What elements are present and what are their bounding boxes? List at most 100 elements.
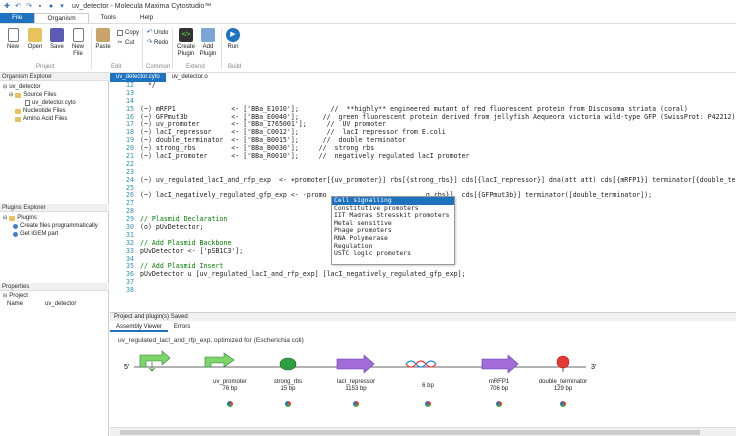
editor-tabs: uv_detector.cyto uv_detector.o <box>110 73 214 82</box>
paste-label: Paste <box>95 44 111 50</box>
part-size: 706 bp <box>489 386 509 392</box>
properties-grid: ⊟ Project Name uv_detector <box>3 292 76 308</box>
settings-quick-icon[interactable]: ● <box>47 3 55 11</box>
horizontal-scrollbar[interactable] <box>110 427 736 436</box>
open-label: Open <box>27 44 43 50</box>
tree-label: uv_detector <box>9 84 41 90</box>
save-quick-icon[interactable]: ▪ <box>36 3 44 11</box>
menu-tools[interactable]: Tools <box>89 13 128 23</box>
ribbon-separator <box>221 28 222 70</box>
tab-errors[interactable]: Errors <box>168 323 196 332</box>
promoter-glyph-start[interactable] <box>139 350 171 372</box>
file-icon <box>25 100 30 106</box>
copy-icon <box>117 30 123 36</box>
part-glyph-uv-promoter[interactable] <box>204 352 235 368</box>
part-info-icon[interactable] <box>353 401 359 407</box>
undo-button[interactable]: ↶ Undo <box>146 29 168 36</box>
group-edit: Edit <box>111 64 122 70</box>
collapse-icon[interactable]: ⊟ <box>3 292 7 300</box>
part-info-icon[interactable] <box>560 401 566 407</box>
paste-button[interactable]: Paste <box>95 28 111 51</box>
menu-help[interactable]: Help <box>128 13 165 23</box>
code-line[interactable]: */ <box>140 82 736 90</box>
undo-quick-icon[interactable]: ↶ <box>14 3 22 11</box>
code-line[interactable] <box>140 287 736 295</box>
tree-label: Amino Acid Files <box>23 116 68 122</box>
five-prime-label: 5' <box>124 364 129 371</box>
ribbon-separator <box>142 28 143 70</box>
open-button[interactable]: Open <box>27 28 43 51</box>
new-button[interactable]: New <box>5 28 21 51</box>
part-glyph-mrfp1[interactable] <box>481 354 519 374</box>
property-row-name[interactable]: Name uv_detector <box>3 300 76 308</box>
folder-icon <box>15 92 22 98</box>
properties-header: Properties <box>0 283 109 291</box>
tree-item-plugins[interactable]: ⊟ Plugins <box>3 214 98 222</box>
ribbon: New Open Save New File Paste Copy ✂ Cut ↶… <box>0 23 736 73</box>
code-line[interactable] <box>140 90 736 98</box>
menu-organism[interactable]: Organism <box>34 13 89 23</box>
scissors-icon: ✂ <box>117 40 123 46</box>
part-glyph-laci-repressor[interactable] <box>336 354 375 374</box>
undo-icon: ↶ <box>146 29 152 36</box>
line-number: 38 <box>126 286 134 295</box>
part-info-icon[interactable] <box>496 401 502 407</box>
ribbon-separator <box>91 28 92 70</box>
code-line[interactable]: pUvDetector u [uv_regulated_lacI_and_rfp… <box>140 270 736 279</box>
run-button[interactable]: ▶ Run <box>225 28 241 51</box>
redo-quick-icon[interactable]: ↷ <box>25 3 33 11</box>
code-line[interactable]: (~) uv_regulated_lacI_and_rfp_exp <- +pr… <box>140 176 736 185</box>
tab-uv-detector-o[interactable]: uv_detector.o <box>166 73 214 82</box>
new-icon <box>7 28 19 42</box>
part-info-icon[interactable] <box>285 401 291 407</box>
tree-item-plugin-create-files[interactable]: Create files programmatically <box>3 222 98 230</box>
save-button[interactable]: Save <box>49 28 65 51</box>
copy-label: Copy <box>125 30 140 36</box>
add-plugin-button[interactable]: Add Plugin <box>199 28 217 58</box>
cut-button[interactable]: ✂ Cut <box>117 40 134 46</box>
property-name-value[interactable]: uv_detector <box>45 300 76 308</box>
part-size: 6 bp <box>422 383 434 389</box>
dropdown-quick-icon[interactable]: ▾ <box>58 3 66 11</box>
property-section[interactable]: ⊟ Project <box>3 292 76 300</box>
autocomplete-popup[interactable]: Cell signalling Constitutive promoters IIT… <box>331 196 455 265</box>
new-file-label: New File <box>71 44 84 57</box>
part-glyph-strong-rbs[interactable] <box>279 357 297 371</box>
create-plugin-button[interactable]: </> Create Plugin <box>176 28 196 58</box>
collapse-icon[interactable]: ⊟ <box>3 83 7 91</box>
tree-label: Plugins <box>17 215 37 221</box>
part-glyph-dna[interactable] <box>405 360 437 368</box>
cut-label: Cut <box>125 40 135 46</box>
part-info-icon[interactable] <box>425 401 431 407</box>
window-title: uv_detector - Molecula Maxima Cytostudio… <box>72 3 212 10</box>
part-size: 76 bp <box>222 386 238 392</box>
part-info-icon[interactable] <box>227 401 233 407</box>
code-line[interactable]: (~) lacI_promoter <- ['BBa_R0010']; // n… <box>140 152 736 161</box>
tree-item-source-file[interactable]: uv_detector.cyto <box>3 99 76 107</box>
collapse-icon[interactable]: ⊟ <box>3 214 7 222</box>
autocomplete-item[interactable]: USTC logic promoters <box>332 250 454 258</box>
code-line[interactable] <box>140 279 736 287</box>
copy-button[interactable]: Copy <box>117 30 139 36</box>
tree-item-nucleotide-files[interactable]: Nucleotide Files <box>3 107 76 115</box>
assembly-viewer: uv_regulated_lacI_and_rfp_exp, optimized… <box>110 332 736 427</box>
save-icon <box>50 28 64 42</box>
scrollbar-thumb[interactable] <box>120 430 700 435</box>
three-prime-label: 3' <box>591 364 596 371</box>
redo-button[interactable]: ↷ Redo <box>146 39 168 46</box>
group-build: Build <box>228 64 242 70</box>
tree-item-source-files[interactable]: ⊟ Source Files <box>3 91 76 99</box>
tree-item-plugin-igem[interactable]: Get iGEM part <box>3 230 98 238</box>
tab-assembly-viewer[interactable]: Assembly Viewer <box>110 323 168 332</box>
part-glyph-double-terminator[interactable] <box>556 355 570 372</box>
tree-item-amino-acid-files[interactable]: Amino Acid Files <box>3 115 76 123</box>
new-file-button[interactable]: New File <box>70 28 86 58</box>
code-line[interactable] <box>140 161 736 169</box>
plugins-explorer-header: Plugins Explorer <box>0 204 109 212</box>
tab-uv-detector-cyto[interactable]: uv_detector.cyto <box>110 73 166 82</box>
collapse-icon[interactable]: ⊟ <box>9 91 13 99</box>
part-size: 15 bp <box>280 386 296 392</box>
tree-item-root[interactable]: ⊟ uv_detector <box>3 83 76 91</box>
menu-file[interactable]: File <box>0 13 35 23</box>
plugin-icon <box>13 231 18 237</box>
